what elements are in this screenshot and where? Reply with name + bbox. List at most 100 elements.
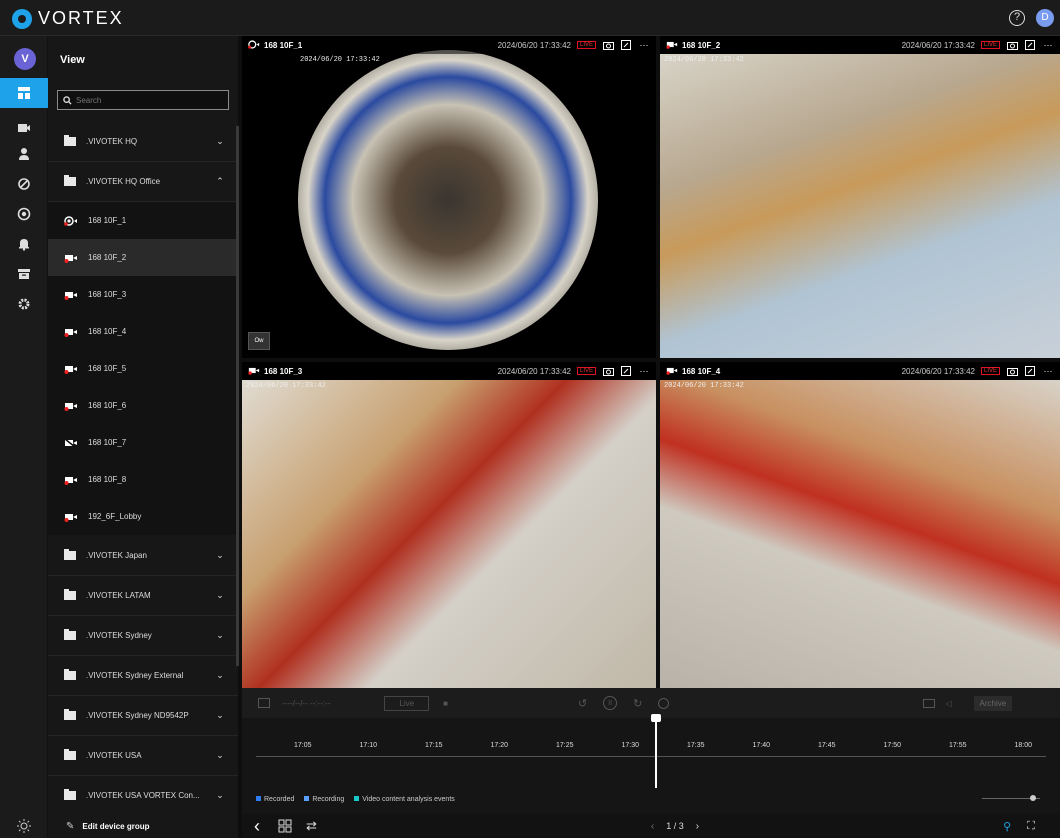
tile-header: 168 10F_2 2024/06/20 17:33:42 LIVE ··· <box>660 36 1060 54</box>
more-options-icon[interactable]: ··· <box>1042 366 1054 376</box>
camera-item[interactable]: 168 10F_6 <box>48 387 238 424</box>
live-button[interactable]: Live <box>384 695 430 711</box>
snapshot-icon[interactable] <box>602 366 614 376</box>
tile-timestamp: 2024/06/20 17:33:42 <box>497 40 571 50</box>
timeline[interactable]: 17:05 17:10 17:15 17:20 17:25 17:30 17:35 17:40… <box>242 714 1060 804</box>
folder-icon <box>64 749 76 760</box>
device-group[interactable]: .VIVOTEK LATAM ⌄ <box>48 576 238 616</box>
legend-label: Recording <box>312 796 345 803</box>
gear-icon[interactable] <box>8 292 40 316</box>
layout-grid-icon[interactable] <box>278 819 292 833</box>
rewind-icon[interactable]: ↺ <box>578 697 587 710</box>
more-options-icon[interactable]: ··· <box>638 366 650 376</box>
camera-icon[interactable] <box>8 116 40 140</box>
playhead[interactable] <box>655 716 657 788</box>
chevron-down-icon[interactable]: ⌄ <box>210 550 230 561</box>
expand-icon[interactable] <box>620 40 632 50</box>
search-box[interactable] <box>57 90 229 110</box>
chevron-up-icon[interactable]: ⌃ <box>210 176 230 187</box>
fullscreen-icon[interactable]: ⛶ <box>1027 820 1035 833</box>
calendar-icon[interactable] <box>258 698 270 708</box>
bell-icon[interactable] <box>8 232 40 256</box>
device-group[interactable]: .VIVOTEK HQ Office ⌃ <box>48 162 238 202</box>
chevron-down-icon[interactable]: ⌄ <box>210 710 230 721</box>
camera-item[interactable]: 168 10F_3 <box>48 276 238 313</box>
snapshot-icon[interactable] <box>602 40 614 50</box>
device-group[interactable]: .VIVOTEK USA ⌄ <box>48 736 238 776</box>
legend-label: Video content analysis events <box>362 796 455 803</box>
forward-icon[interactable]: ↻ <box>633 697 642 710</box>
fisheye-feed[interactable] <box>298 50 598 350</box>
person-locate-icon[interactable]: ⚲ <box>1003 820 1011 833</box>
edit-device-group-label: Edit device group <box>82 821 150 831</box>
tile-camera-name: 168 10F_4 <box>682 366 721 376</box>
chevron-down-icon[interactable]: ⌄ <box>210 136 230 147</box>
device-group[interactable]: .VIVOTEK HQ ⌄ <box>48 122 238 162</box>
dewarp-mode-button[interactable]: Ow <box>248 332 270 350</box>
video-tile[interactable]: 168 10F_2 2024/06/20 17:33:42 LIVE ··· 2024/… <box>660 36 1060 358</box>
lock-icon[interactable]: ■ <box>443 699 448 708</box>
chevron-down-icon[interactable]: ⌄ <box>210 750 230 761</box>
back-icon[interactable]: ‹ <box>254 816 260 837</box>
camera-item[interactable]: 168 10F_7 <box>48 424 238 461</box>
snapshot-icon[interactable] <box>1006 366 1018 376</box>
expand-icon[interactable] <box>620 366 632 376</box>
camera-feed[interactable] <box>660 54 1060 358</box>
camera-item[interactable]: 168 10F_1 <box>48 202 238 239</box>
device-group[interactable]: .VIVOTEK Sydney ⌄ <box>48 616 238 656</box>
camera-item[interactable]: 168 10F_5 <box>48 350 238 387</box>
more-options-icon[interactable]: ··· <box>638 40 650 50</box>
cycle-icon[interactable]: ⇄ <box>306 818 317 834</box>
tile-camera-name: 168 10F_3 <box>264 366 303 376</box>
tag-icon[interactable] <box>8 172 40 196</box>
volume-icon[interactable]: ◁ <box>945 699 951 708</box>
user-avatar[interactable]: D <box>1036 9 1054 27</box>
clock-icon[interactable] <box>658 697 670 709</box>
snapshot-icon[interactable] <box>923 698 936 708</box>
chevron-down-icon[interactable]: ⌄ <box>210 630 230 641</box>
search-input[interactable] <box>76 95 216 105</box>
expand-icon[interactable] <box>1024 366 1036 376</box>
edit-device-group-button[interactable]: ✎ Edit device group <box>48 814 238 838</box>
help-icon[interactable]: ? <box>1009 10 1025 26</box>
device-group-label: .VIVOTEK Sydney <box>86 631 152 640</box>
panel-scrollbar[interactable] <box>236 126 239 666</box>
prev-page-icon[interactable]: ‹ <box>651 821 654 832</box>
timeline-legend: Recorded Recording Video content analysis … <box>256 796 455 803</box>
alert-circle-icon[interactable] <box>8 202 40 226</box>
camera-item[interactable]: 168 10F_2 <box>48 239 238 276</box>
date-time-display[interactable]: ----/--/-- --:--:-- <box>282 699 330 708</box>
video-tile[interactable]: 168 10F_1 2024/06/20 17:33:42 LIVE ··· 2024/… <box>242 36 656 358</box>
pause-icon[interactable]: II <box>603 696 618 710</box>
playhead-marker[interactable] <box>651 714 661 722</box>
theme-toggle-icon[interactable] <box>0 814 48 838</box>
camera-item[interactable]: 168 10F_4 <box>48 313 238 350</box>
camera-item[interactable]: 168 10F_8 <box>48 461 238 498</box>
person-icon[interactable] <box>8 142 40 166</box>
chevron-down-icon[interactable]: ⌄ <box>210 590 230 601</box>
device-group[interactable]: .VIVOTEK Sydney ND9542P ⌄ <box>48 696 238 736</box>
tile-header: 168 10F_4 2024/06/20 17:33:42 LIVE ··· <box>660 362 1060 380</box>
tile-timestamp: 2024/06/20 17:33:42 <box>901 366 975 376</box>
device-group[interactable]: .VIVOTEK USA VORTEX Con... ⌄ <box>48 776 238 816</box>
zoom-slider-thumb[interactable] <box>1030 795 1036 801</box>
device-group[interactable]: .VIVOTEK Sydney External ⌄ <box>48 656 238 696</box>
camera-item[interactable]: 192_6F_Lobby <box>48 498 238 535</box>
view-icon[interactable] <box>0 78 48 108</box>
camera-feed[interactable] <box>660 380 1060 688</box>
archive-icon[interactable] <box>8 262 40 286</box>
next-page-icon[interactable]: › <box>696 821 699 832</box>
brand[interactable]: VORTEX <box>12 8 124 29</box>
video-tile[interactable]: 168 10F_4 2024/06/20 17:33:42 LIVE ··· 2024/… <box>660 362 1060 688</box>
more-options-icon[interactable]: ··· <box>1042 40 1054 50</box>
device-group[interactable]: .VIVOTEK Japan ⌄ <box>48 536 238 576</box>
video-tile[interactable]: 168 10F_3 2024/06/20 17:33:42 LIVE ··· 2024/… <box>242 362 656 688</box>
org-avatar[interactable]: V <box>14 48 36 70</box>
edit-icon: ✎ <box>66 820 75 832</box>
chevron-down-icon[interactable]: ⌄ <box>210 790 230 801</box>
archive-button[interactable]: Archive <box>973 695 1013 711</box>
camera-feed[interactable] <box>242 380 656 688</box>
expand-icon[interactable] <box>1024 40 1036 50</box>
chevron-down-icon[interactable]: ⌄ <box>210 670 230 681</box>
snapshot-icon[interactable] <box>1006 40 1018 50</box>
